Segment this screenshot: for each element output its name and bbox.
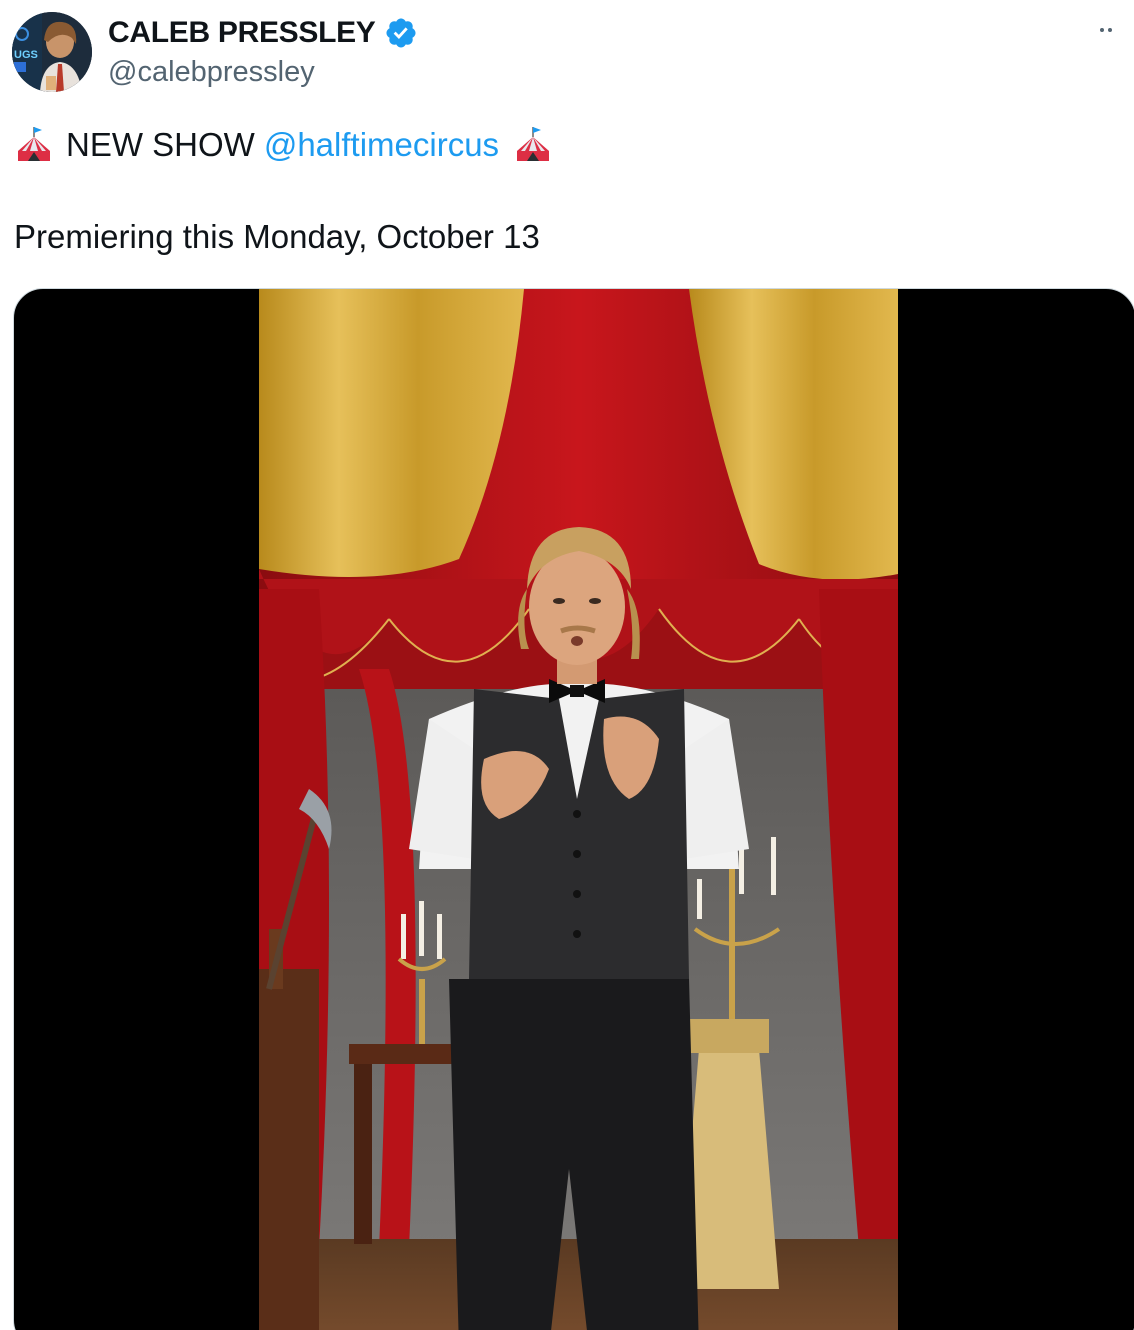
video-thumbnail (259, 289, 898, 1330)
author-handle[interactable]: @calebpressley (108, 56, 315, 89)
author-name-row: CALEB PRESSLEY (108, 14, 418, 52)
tweet-text-line-1: NEW SHOW @halftimecircus (14, 122, 553, 168)
tweet-text-line-2: Premiering this Monday, October 13 (14, 218, 540, 255)
author-display-name[interactable]: CALEB PRESSLEY (108, 16, 376, 50)
tweet-show-text: NEW SHOW (66, 126, 255, 163)
circus-tent-icon (513, 125, 553, 165)
circus-tent-icon (14, 125, 54, 165)
video-player[interactable] (259, 289, 898, 1330)
avatar-image: UGS (12, 12, 92, 92)
svg-text:UGS: UGS (14, 49, 38, 61)
more-dot-icon (1100, 28, 1104, 32)
media-card[interactable] (13, 288, 1134, 1330)
verified-badge-icon[interactable] (384, 16, 418, 50)
tweet: UGS CALEB PRESSLEY @calebpressley NEW SH… (0, 0, 1134, 1330)
more-options-button[interactable] (1088, 20, 1124, 40)
avatar[interactable]: UGS (12, 12, 92, 92)
more-dot-icon (1108, 28, 1112, 32)
mention-link[interactable]: @halftimecircus (264, 126, 499, 164)
